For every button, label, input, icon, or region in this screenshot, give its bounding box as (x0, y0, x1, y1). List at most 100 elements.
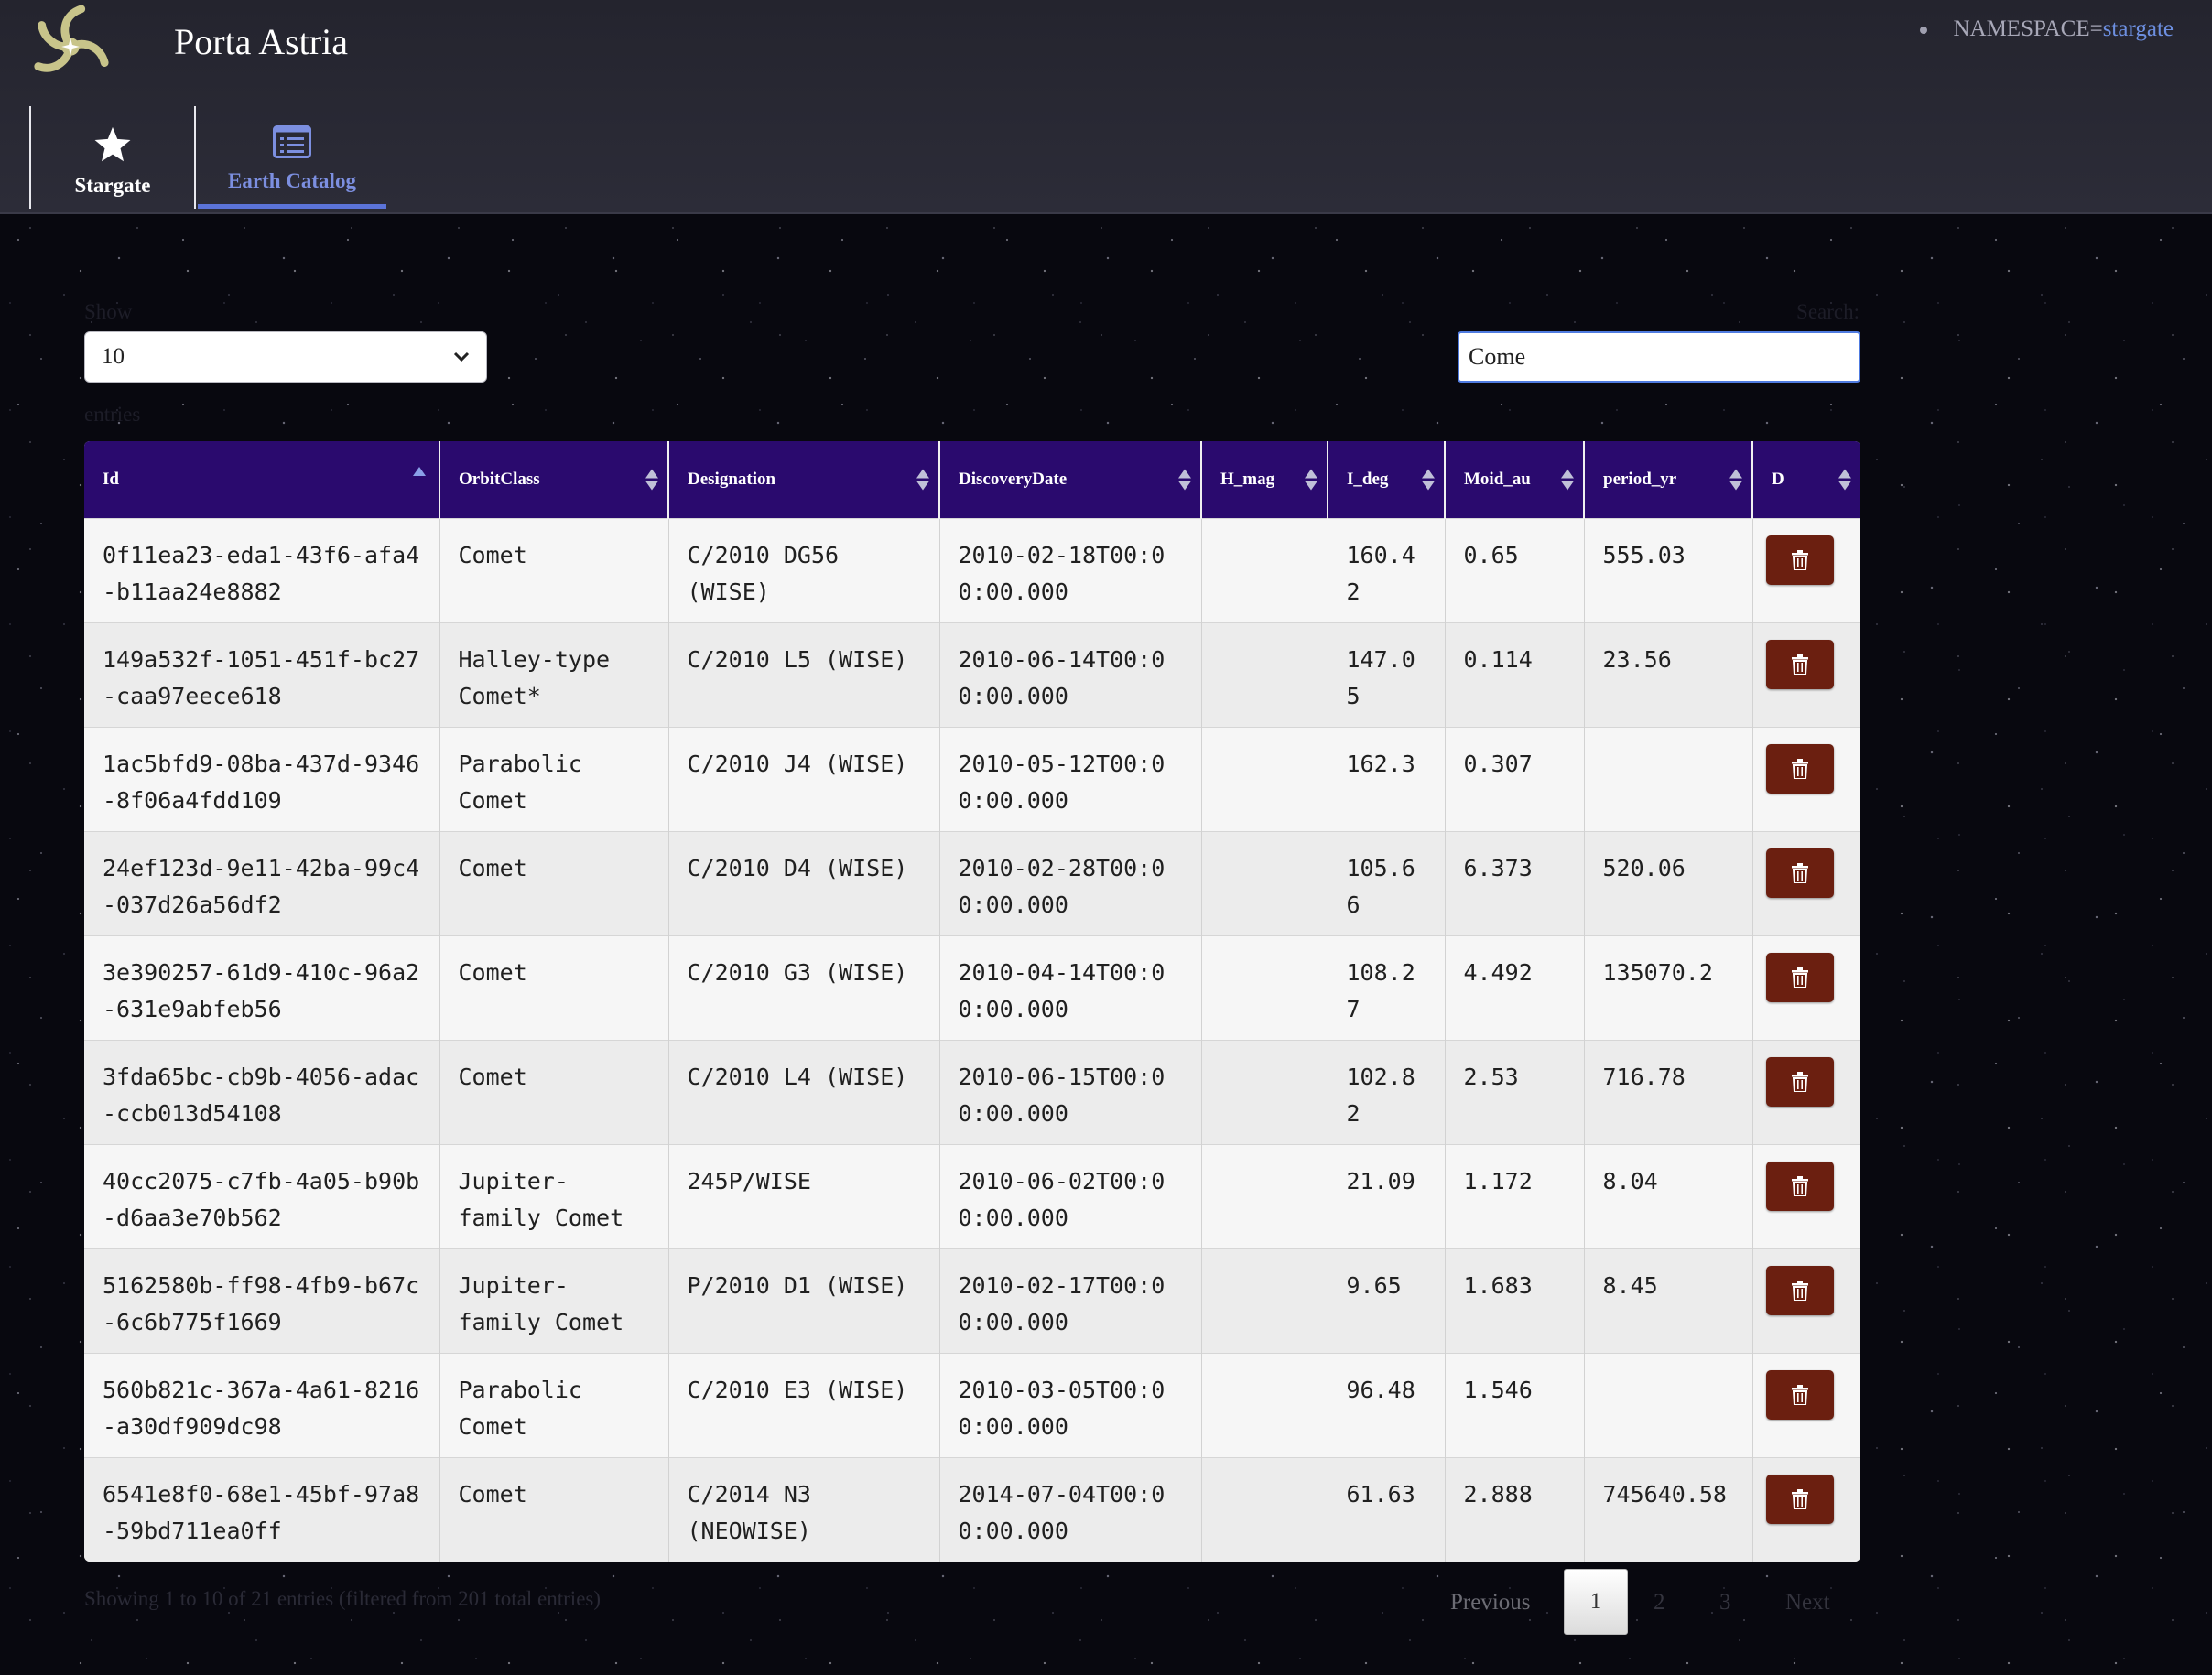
column-header-orbitclass[interactable]: OrbitClass (439, 441, 669, 518)
delete-button[interactable] (1765, 1161, 1834, 1211)
cell-moid: 4.492 (1445, 935, 1585, 1040)
chevron-down-icon (453, 351, 470, 362)
delete-button[interactable] (1765, 1265, 1834, 1315)
table-info: Showing 1 to 10 of 21 entries (filtered … (84, 1587, 602, 1610)
cell-delete (1752, 830, 1860, 935)
namespace-value[interactable]: stargate (2103, 16, 2174, 41)
catalog-table: Id OrbitClass Designation DiscoveryDate … (84, 441, 1860, 1562)
cell-orbitclass: Parabolic Comet (439, 726, 669, 831)
cell-delete (1752, 1143, 1860, 1248)
namespace-indicator: NAMESPACE=stargate (1920, 16, 2174, 42)
cell-hmag (1201, 1143, 1328, 1248)
show-label: Show (84, 300, 133, 323)
column-header-delete[interactable]: D (1752, 441, 1860, 518)
sort-icon (916, 469, 929, 491)
table-row: 1ac5bfd9-08ba-437d-9346-8f06a4fdd109 Para… (84, 726, 1860, 831)
cell-hmag (1201, 1352, 1328, 1457)
cell-hmag (1201, 1248, 1328, 1353)
cell-hmag (1201, 1456, 1328, 1562)
column-header-id[interactable]: Id (84, 441, 440, 518)
bullet-icon (1920, 27, 1928, 35)
cell-designation: P/2010 D1 (WISE) (668, 1248, 940, 1353)
sort-icon (1838, 469, 1851, 491)
sort-icon (1422, 469, 1435, 491)
cell-ideg: 160.42 (1328, 517, 1446, 622)
trash-icon (1791, 1488, 1808, 1509)
cell-id: 3e390257-61d9-410c-96a2-631e9abfeb56 (84, 935, 440, 1040)
cell-designation: C/2010 E3 (WISE) (668, 1352, 940, 1457)
column-header-hmag[interactable]: H_mag (1201, 441, 1328, 518)
cell-period (1584, 1352, 1753, 1457)
top-navbar: Porta Astria NAMESPACE=stargate Stargate… (0, 0, 2212, 214)
cell-ideg: 108.27 (1328, 935, 1446, 1040)
tab-stargate[interactable]: Stargate (29, 106, 196, 209)
cell-designation: C/2010 G3 (WISE) (668, 935, 940, 1040)
page-length-select[interactable]: 10 (84, 331, 487, 383)
cell-orbitclass: Jupiter-family Comet (439, 1248, 669, 1353)
trash-icon (1791, 967, 1808, 988)
delete-button[interactable] (1765, 743, 1834, 794)
table-row: 6541e8f0-68e1-45bf-97a8-59bd711ea0ff Come… (84, 1456, 1860, 1562)
cell-orbitclass: Comet (439, 1039, 669, 1144)
cell-discoverydate: 2010-02-28T00:00:00.000 (939, 830, 1202, 935)
cell-orbitclass: Comet (439, 517, 669, 622)
cell-period (1584, 726, 1753, 831)
trash-icon (1791, 862, 1808, 883)
column-header-moid[interactable]: Moid_au (1445, 441, 1585, 518)
cell-period: 716.78 (1584, 1039, 1753, 1144)
cell-id: 149a532f-1051-451f-bc27-caa97eece618 (84, 621, 440, 727)
sort-icon (1729, 469, 1742, 491)
namespace-label: NAMESPACE= (1953, 16, 2103, 41)
delete-button[interactable] (1765, 535, 1834, 585)
delete-button[interactable] (1765, 639, 1834, 689)
cell-moid: 2.888 (1445, 1456, 1585, 1562)
tab-earth-catalog-label: Earth Catalog (228, 169, 356, 192)
app-brand[interactable]: Porta Astria (174, 20, 348, 63)
cell-id: 5162580b-ff98-4fb9-b67c-6c6b775f1669 (84, 1248, 440, 1353)
cell-discoverydate: 2014-07-04T00:00:00.000 (939, 1456, 1202, 1562)
cell-id: 0f11ea23-eda1-43f6-afa4-b11aa24e8882 (84, 517, 440, 622)
tab-stargate-label: Stargate (74, 174, 151, 197)
pagination-page-3[interactable]: 3 (1719, 1569, 1731, 1637)
pagination-previous[interactable]: Previous (1450, 1569, 1531, 1637)
column-header-designation[interactable]: Designation (668, 441, 940, 518)
cell-moid: 0.307 (1445, 726, 1585, 831)
cell-delete (1752, 935, 1860, 1040)
delete-button[interactable] (1765, 1369, 1834, 1420)
column-header-ideg[interactable]: I_deg (1328, 441, 1446, 518)
cell-delete (1752, 1456, 1860, 1562)
delete-button[interactable] (1765, 1056, 1834, 1107)
cell-designation: C/2010 DG56 (WISE) (668, 517, 940, 622)
table-row: 3e390257-61d9-410c-96a2-631e9abfeb56 Come… (84, 935, 1860, 1040)
column-header-period[interactable]: period_yr (1584, 441, 1753, 518)
cell-discoverydate: 2010-02-18T00:00:00.000 (939, 517, 1202, 622)
table-row: 5162580b-ff98-4fb9-b67c-6c6b775f1669 Jupi… (84, 1248, 1860, 1353)
list-icon (273, 125, 311, 158)
pagination-page-2[interactable]: 2 (1654, 1569, 1665, 1637)
table-row: 560b821c-367a-4a61-8216-a30df909dc98 Para… (84, 1352, 1860, 1457)
search-input[interactable] (1458, 331, 1860, 383)
trash-icon (1791, 1071, 1808, 1092)
cell-orbitclass: Jupiter-family Comet (439, 1143, 669, 1248)
table-row: 0f11ea23-eda1-43f6-afa4-b11aa24e8882 Come… (84, 517, 1860, 622)
cell-delete (1752, 1352, 1860, 1457)
cell-ideg: 21.09 (1328, 1143, 1446, 1248)
sort-icon (1178, 469, 1191, 491)
cell-designation: 245P/WISE (668, 1143, 940, 1248)
cell-ideg: 61.63 (1328, 1456, 1446, 1562)
delete-button[interactable] (1765, 952, 1834, 1002)
cell-ideg: 102.82 (1328, 1039, 1446, 1144)
cell-designation: C/2010 L5 (WISE) (668, 621, 940, 727)
cell-orbitclass: Comet (439, 1456, 669, 1562)
pagination-page-1[interactable]: 1 (1564, 1569, 1628, 1635)
column-header-discoverydate[interactable]: DiscoveryDate (939, 441, 1202, 518)
delete-button[interactable] (1765, 1474, 1834, 1524)
trash-icon (1791, 758, 1808, 779)
sort-icon (645, 469, 658, 491)
cell-period: 23.56 (1584, 621, 1753, 727)
tab-earth-catalog[interactable]: Earth Catalog (198, 106, 386, 209)
delete-button[interactable] (1765, 848, 1834, 898)
cell-id: 6541e8f0-68e1-45bf-97a8-59bd711ea0ff (84, 1456, 440, 1562)
trash-icon (1791, 1175, 1808, 1196)
pagination-next[interactable]: Next (1785, 1569, 1830, 1637)
